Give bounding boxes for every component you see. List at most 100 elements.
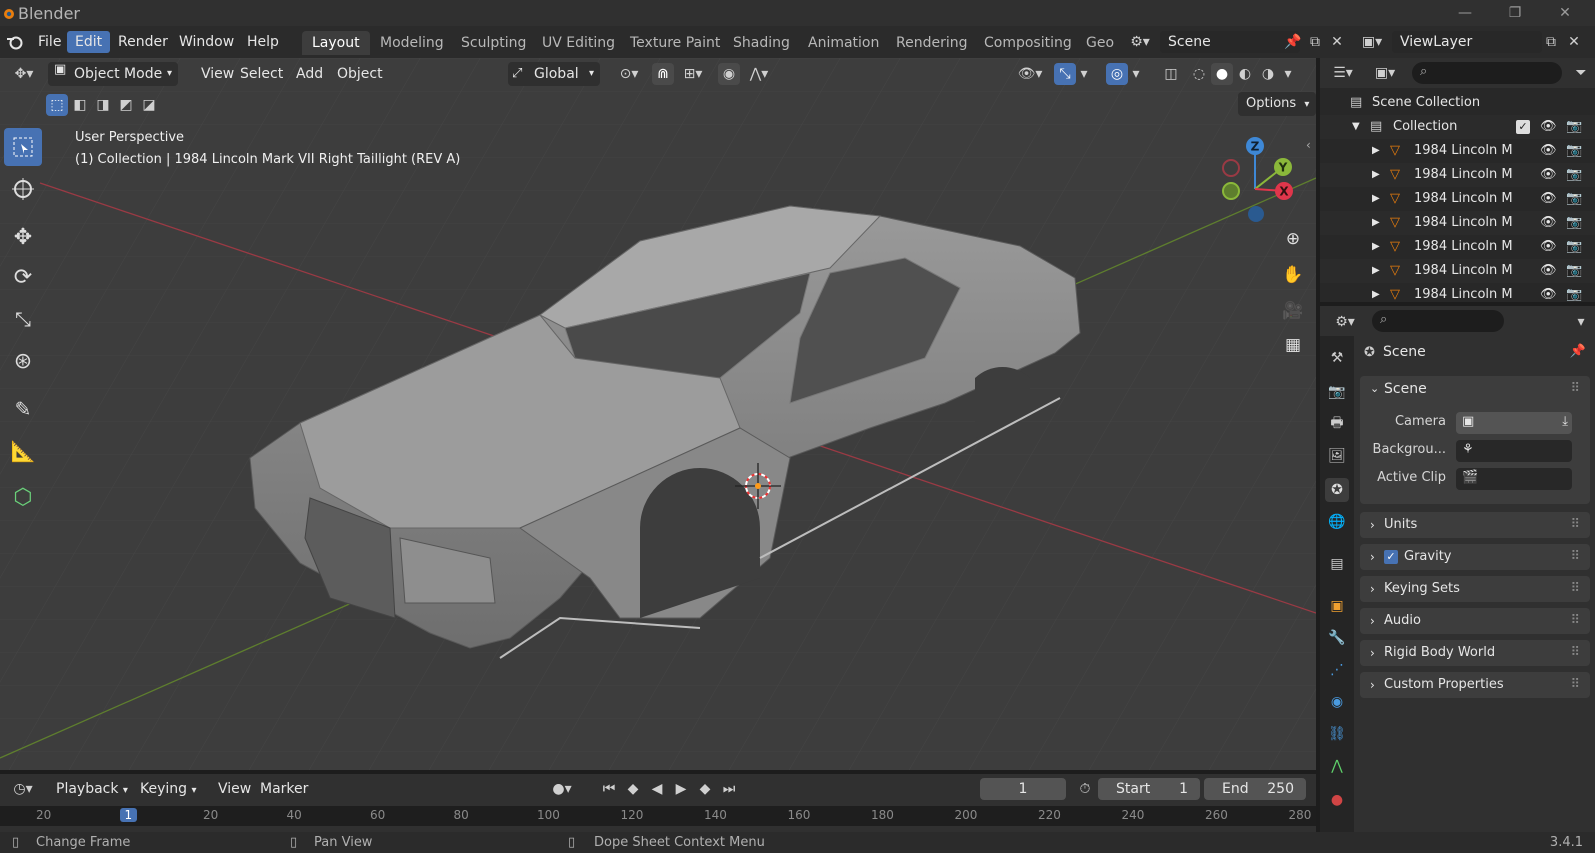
tab-geometry[interactable]: Geo [1076, 31, 1124, 55]
outliner-object-row[interactable]: ▶ ▽ 1984 Lincoln M 👁 📷 [1320, 187, 1595, 211]
tab-uv-editing[interactable]: UV Editing [532, 31, 625, 55]
subpanel-gravity[interactable]: › ✓ Gravity ⠿ [1360, 544, 1590, 570]
expand-arrow-icon[interactable]: ▶ [1372, 187, 1380, 211]
outliner-object-row[interactable]: ▶ ▽ 1984 Lincoln M 👁 📷 [1320, 235, 1595, 259]
shading-dropdown-icon[interactable]: ▾ [1280, 63, 1296, 85]
outliner-object-row[interactable]: ▶ ▽ 1984 Lincoln M 👁 📷 [1320, 283, 1595, 307]
subpanel-audio[interactable]: › Audio ⠿ [1360, 608, 1590, 634]
jump-keyframe-back-icon[interactable]: ◆ [622, 778, 644, 800]
zoom-icon[interactable]: ⊕ [1278, 224, 1308, 254]
select-extend-icon[interactable]: ◧ [69, 94, 91, 116]
new-scene-icon[interactable]: ⧉ [1304, 31, 1326, 53]
active-clip-field[interactable]: 🎬 [1456, 468, 1572, 490]
expand-arrow-icon[interactable]: ▶ [1372, 235, 1380, 259]
jump-start-icon[interactable]: ⏮ [598, 778, 620, 800]
playhead-marker[interactable]: 1 [119, 808, 138, 822]
exclude-checkbox[interactable]: ✓ [1516, 120, 1530, 134]
modifier-tab-icon[interactable]: 🔧 [1325, 626, 1349, 650]
data-tab-icon[interactable]: ⋀ [1325, 754, 1349, 778]
particles-tab-icon[interactable]: ⋰ [1325, 658, 1349, 682]
scene-selector-icon[interactable]: ⚙▾ [1124, 31, 1156, 53]
falloff-icon[interactable]: ⋀▾ [742, 63, 776, 85]
camera-field[interactable]: ▣ ⤓ [1456, 412, 1572, 434]
mode-dropdown[interactable]: ▣ Object Mode ▾ [48, 62, 178, 86]
menu-keying[interactable]: Keying ▾ [134, 778, 203, 800]
current-frame-field[interactable]: 1 [980, 778, 1066, 800]
overlay-dropdown-icon[interactable]: ▾ [1128, 63, 1144, 85]
restore-icon[interactable]: ❐ [1490, 0, 1540, 26]
expand-arrow-icon[interactable]: ▶ [1372, 211, 1380, 235]
gizmo-toggle-icon[interactable]: ⤡ [1054, 63, 1076, 85]
camera-icon[interactable]: 📷 [1566, 211, 1582, 235]
scene-field[interactable]: Scene [1160, 31, 1300, 53]
select-intersect-icon[interactable]: ◪ [138, 94, 160, 116]
tool-tab-icon[interactable]: ⚒ [1325, 346, 1349, 370]
select-set-icon[interactable]: ⬚ [46, 94, 68, 116]
menu-view[interactable]: View [212, 778, 257, 800]
options-dropdown[interactable]: Options ▾ [1238, 92, 1316, 116]
properties-options-icon[interactable]: ▾ [1570, 311, 1592, 333]
jump-end-icon[interactable]: ⏭ [718, 778, 740, 800]
scene-panel-header[interactable]: ⌄ Scene ⠿ [1360, 376, 1590, 402]
annotate-tool[interactable]: ✎ [4, 390, 42, 428]
editor-type-icon[interactable]: ✥▾ [6, 63, 42, 85]
menu-playback[interactable]: Playback ▾ [50, 778, 134, 800]
eye-icon[interactable]: 👁 [1540, 163, 1557, 187]
close-icon[interactable]: ✕ [1540, 0, 1590, 26]
camera-icon[interactable]: 📷 [1566, 283, 1582, 307]
overlay-toggle-icon[interactable]: ◎ [1106, 63, 1128, 85]
pan-hand-icon[interactable]: ✋ [1278, 260, 1308, 290]
drag-handle-icon[interactable]: ⠿ [1570, 512, 1580, 538]
rendered-shading-icon[interactable]: ◑ [1257, 63, 1279, 85]
eye-icon[interactable]: 👁 [1540, 283, 1557, 307]
filter-icon[interactable]: ⏷ [1570, 62, 1592, 84]
eye-icon[interactable]: 👁 [1540, 211, 1557, 235]
rotate-tool[interactable]: ⟳ [4, 258, 42, 296]
menu-edit[interactable]: Edit [67, 31, 111, 53]
drag-handle-icon[interactable]: ⠿ [1570, 376, 1580, 402]
xray-icon[interactable]: ◫ [1160, 63, 1182, 85]
subpanel-units[interactable]: › Units ⠿ [1360, 512, 1590, 538]
eye-icon[interactable]: 👁 [1540, 259, 1557, 283]
tab-texture-paint[interactable]: Texture Paint [620, 31, 730, 55]
solid-shading-icon[interactable]: ● [1211, 63, 1233, 85]
timeline-editor-icon[interactable]: ◷▾ [6, 778, 40, 800]
pin-icon[interactable]: 📌 [1570, 340, 1586, 364]
end-frame-field[interactable]: End 250 [1204, 778, 1306, 800]
perspective-grid-icon[interactable]: ▦ [1278, 330, 1308, 360]
tab-layout[interactable]: Layout [302, 31, 370, 55]
transform-tool[interactable]: ⊛ [4, 342, 42, 380]
camera-icon[interactable]: 📷 [1566, 187, 1582, 211]
outliner-object-row[interactable]: ▶ ▽ 1984 Lincoln M 👁 📷 [1320, 211, 1595, 235]
subpanel-custom-properties[interactable]: › Custom Properties ⠿ [1360, 672, 1590, 698]
outliner-object-row[interactable]: ▶ ▽ 1984 Lincoln M 👁 📷 [1320, 163, 1595, 187]
scene-tab-icon[interactable]: ✪ [1325, 478, 1349, 502]
pivot-point-icon[interactable]: ⊙▾ [612, 63, 646, 85]
expand-arrow-icon[interactable]: ▶ [1372, 139, 1380, 163]
snap-target-icon[interactable]: ⊞▾ [676, 63, 710, 85]
drag-handle-icon[interactable]: ⠿ [1570, 608, 1580, 634]
select-box-tool[interactable] [4, 128, 42, 166]
camera-icon[interactable]: 📷 [1566, 235, 1582, 259]
scene-collection-row[interactable]: ▤ Scene Collection [1320, 91, 1595, 115]
subpanel-keying-sets[interactable]: › Keying Sets ⠿ [1360, 576, 1590, 602]
3d-viewport[interactable]: ✥▾ ▣ Object Mode ▾ View Select Add Objec… [0, 58, 1316, 770]
render-tab-icon[interactable]: 📷 [1325, 380, 1349, 404]
snap-icon[interactable]: ⋒ [652, 63, 674, 85]
eyedropper-icon[interactable]: ⤓ [1562, 414, 1568, 429]
menu-file[interactable]: File [30, 31, 69, 53]
tab-sculpting[interactable]: Sculpting [451, 31, 536, 55]
camera-icon[interactable]: 📷 [1566, 163, 1582, 187]
subpanel-rigid-body-world[interactable]: › Rigid Body World ⠿ [1360, 640, 1590, 666]
display-mode-icon[interactable]: ▣▾ [1368, 62, 1402, 84]
move-tool[interactable]: ✥ [4, 218, 42, 256]
transform-orientation-dropdown[interactable]: ⤢ Global ▾ [508, 62, 600, 86]
minimize-icon[interactable]: — [1440, 0, 1490, 26]
outliner-object-row[interactable]: ▶ ▽ 1984 Lincoln M 👁 📷 [1320, 139, 1595, 163]
collection-row[interactable]: ▼ ▤ Collection ✓ 👁 📷 [1320, 115, 1595, 139]
select-subtract-icon[interactable]: ◨ [92, 94, 114, 116]
proportional-edit-icon[interactable]: ◉ [718, 63, 740, 85]
tab-compositing[interactable]: Compositing [974, 31, 1082, 55]
properties-search-input[interactable]: ⌕ [1372, 310, 1504, 332]
auto-keying-icon[interactable]: ●▾ [544, 778, 580, 800]
